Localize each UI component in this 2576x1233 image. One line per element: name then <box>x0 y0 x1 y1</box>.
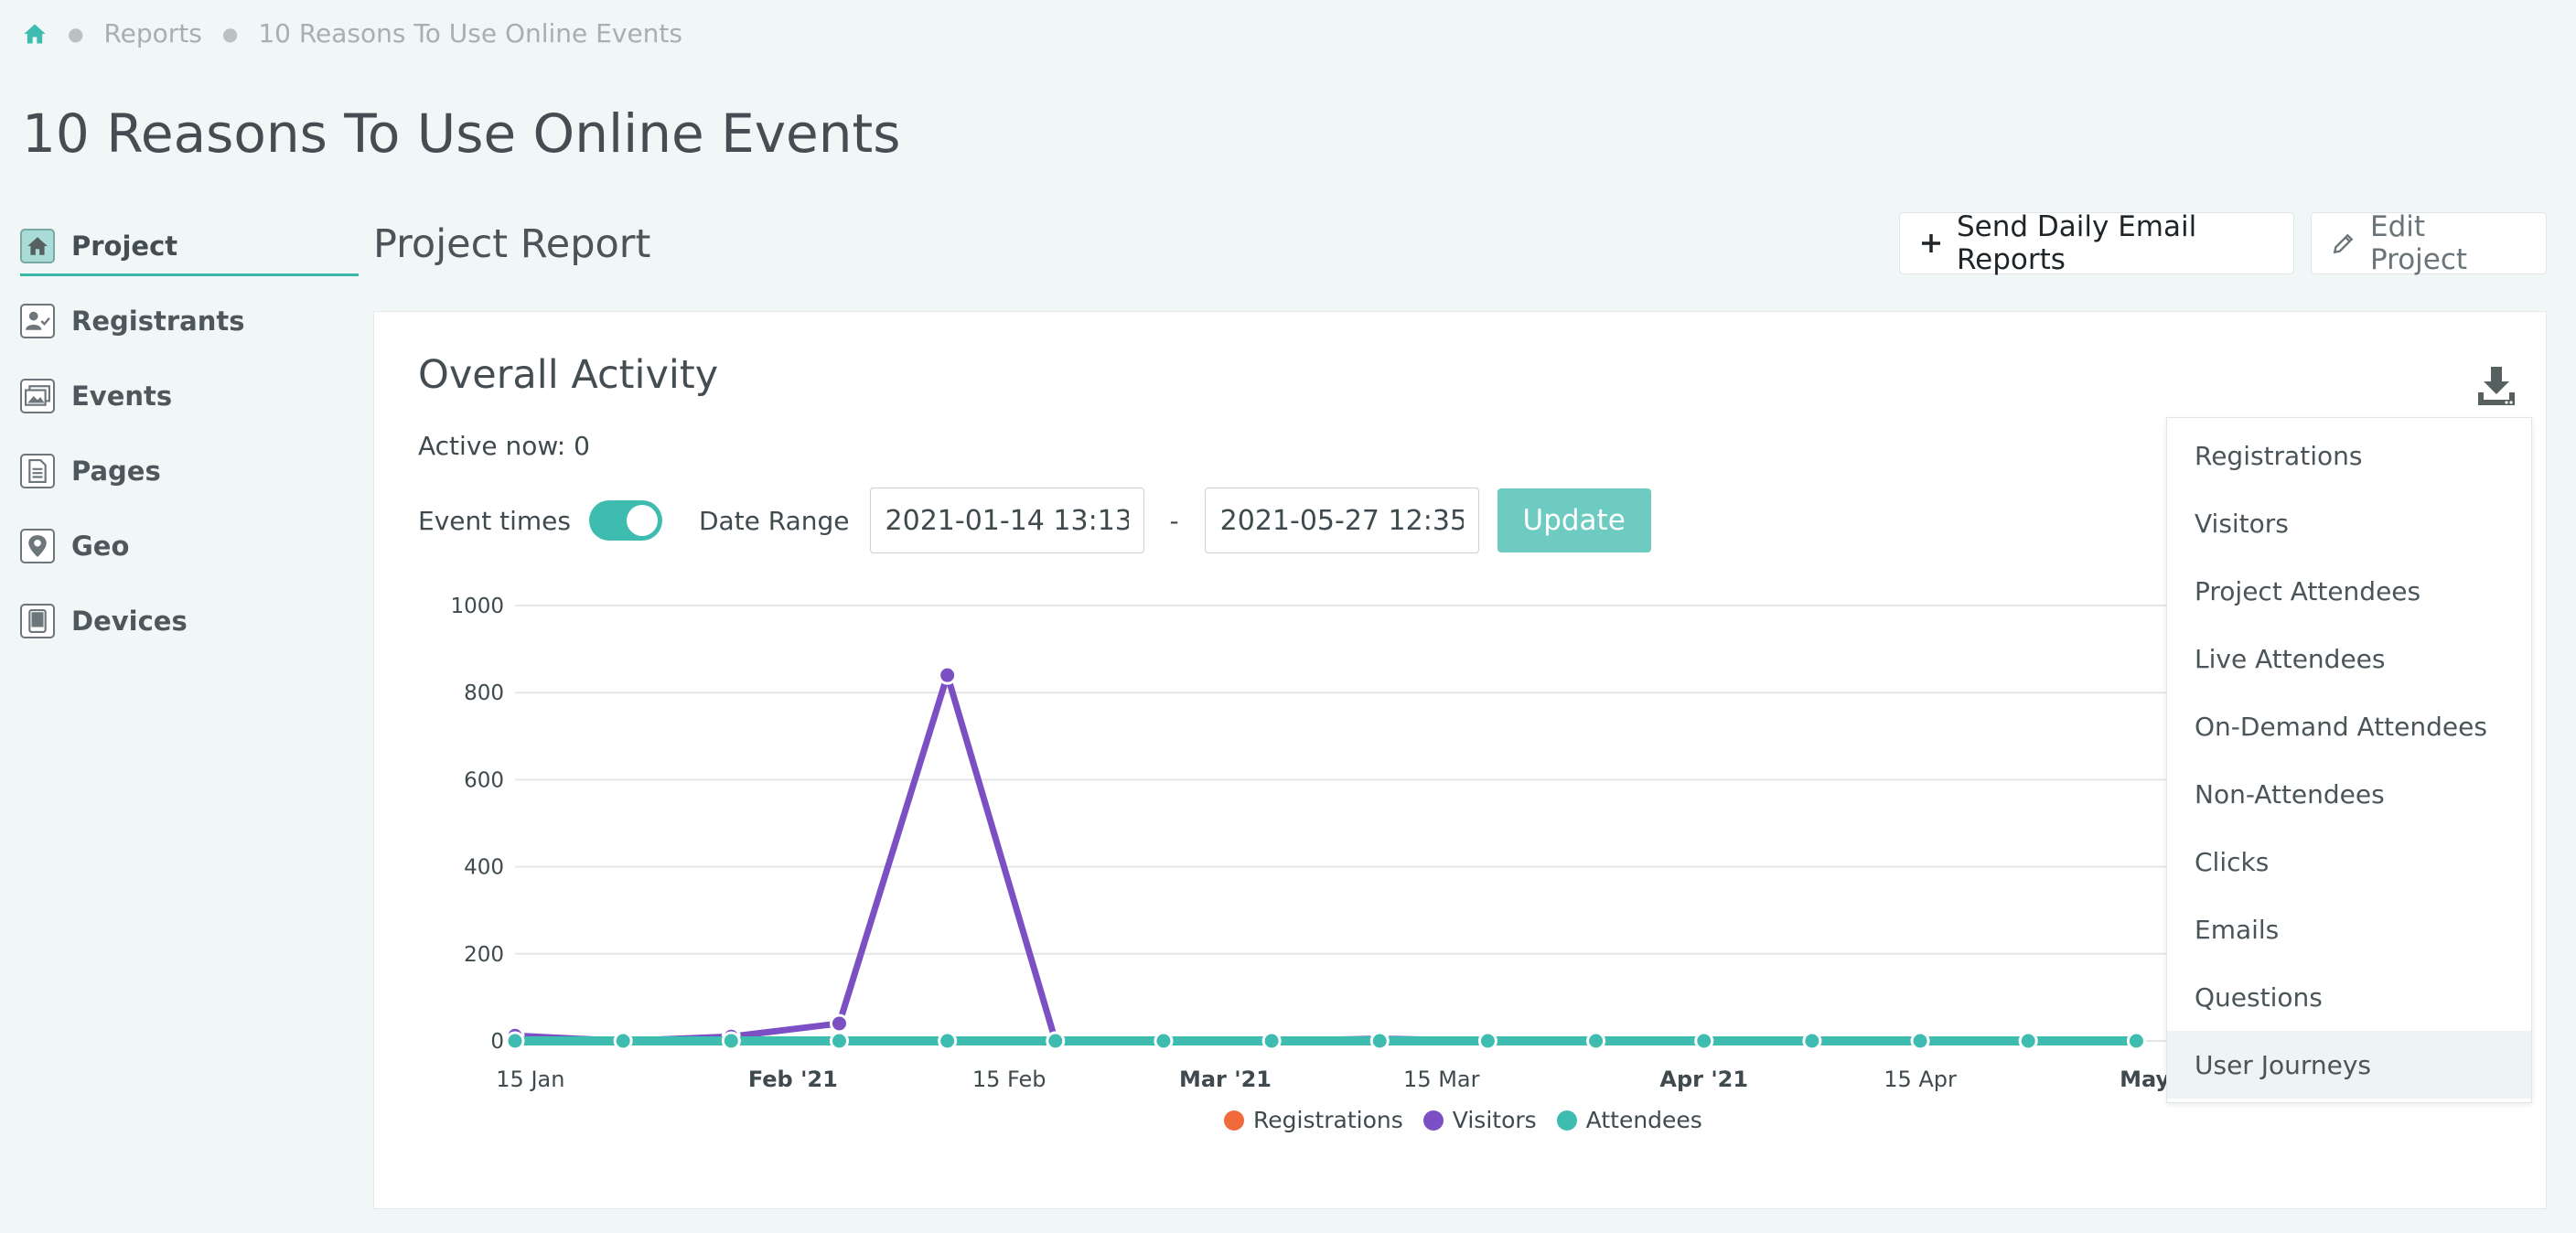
sidebar-item-pages[interactable]: Pages <box>20 434 359 509</box>
breadcrumb-current: 10 Reasons To Use Online Events <box>258 18 682 48</box>
event-times-toggle[interactable] <box>588 500 662 541</box>
user-check-icon <box>20 304 55 338</box>
data-point-attendees <box>1910 1031 1930 1051</box>
legend-item-attendees[interactable]: Attendees <box>1556 1107 1702 1133</box>
data-point-attendees <box>1261 1031 1282 1051</box>
overall-activity-title: Overall Activity <box>418 352 719 398</box>
export-menu-item-clicks[interactable]: Clicks <box>2167 828 2531 895</box>
activity-controls: Event times Date Range - Update <box>418 488 1651 553</box>
activity-line-chart: 0 200 400 600 800 1000 15 Jan Feb '21 15 Feb Mar … <box>450 595 2166 1092</box>
y-tick-label: 200 <box>464 943 504 967</box>
legend-dot <box>1556 1110 1577 1131</box>
export-menu-item-project-attendees[interactable]: Project Attendees <box>2167 557 2531 625</box>
data-point-attendees <box>829 1031 849 1051</box>
y-tick-label: 600 <box>464 768 504 792</box>
home-icon <box>20 229 55 263</box>
y-tick-label: 1000 <box>450 595 504 618</box>
export-menu-item-non-attendees[interactable]: Non-Attendees <box>2167 760 2531 828</box>
x-tick-label: 15 Apr <box>1884 1067 1957 1092</box>
sidebar-item-label: Events <box>71 381 173 412</box>
data-point-attendees <box>938 1031 958 1051</box>
date-range-separator: - <box>1169 505 1179 536</box>
x-tick-label: 15 Feb <box>972 1067 1046 1092</box>
data-point-attendees <box>2126 1031 2146 1051</box>
edit-project-label: Edit Project <box>2370 210 2468 276</box>
send-daily-email-reports-button[interactable]: Send Daily Email Reports <box>1899 210 2294 276</box>
data-point-attendees <box>1694 1031 1714 1051</box>
x-tick-label: Mar '21 <box>1179 1067 1272 1092</box>
y-tick-label: 0 <box>490 1030 504 1054</box>
send-daily-email-reports-label: Send Daily Email Reports <box>1957 210 2197 276</box>
y-tick-label: 400 <box>464 856 504 880</box>
data-point-attendees <box>1802 1031 1822 1051</box>
sidebar-item-label: Geo <box>71 531 130 562</box>
report-title: Project Report <box>373 221 651 267</box>
breadcrumb-reports[interactable]: Reports <box>103 18 201 48</box>
x-tick-label: 15 Jan <box>496 1067 564 1092</box>
date-range-label: Date Range <box>698 505 850 536</box>
sidebar-item-devices[interactable]: Devices <box>20 584 359 659</box>
document-icon <box>20 454 55 488</box>
data-point-attendees <box>1046 1031 1066 1051</box>
tablet-icon <box>20 604 55 638</box>
legend-item-visitors[interactable]: Visitors <box>1422 1107 1537 1133</box>
export-menu-item-questions[interactable]: Questions <box>2167 963 2531 1031</box>
data-point-visitors <box>938 665 958 685</box>
sidebar-item-events[interactable]: Events <box>20 359 359 434</box>
update-button[interactable]: Update <box>1497 488 1651 552</box>
x-tick-label: Apr '21 <box>1659 1067 1748 1092</box>
series-line-visitors <box>514 671 2137 1045</box>
sidebar-item-registrants[interactable]: Registrants <box>20 284 359 359</box>
export-menu-item-visitors[interactable]: Visitors <box>2167 489 2531 557</box>
legend-dot <box>1224 1110 1244 1131</box>
export-menu-item-emails[interactable]: Emails <box>2167 895 2531 963</box>
data-point-attendees <box>721 1031 741 1051</box>
data-point-attendees <box>1154 1031 1174 1051</box>
sidebar-item-label: Project <box>71 231 178 262</box>
export-menu-item-on-demand-attendees[interactable]: On-Demand Attendees <box>2167 692 2531 760</box>
legend-item-registrations[interactable]: Registrations <box>1224 1107 1403 1133</box>
x-tick-label: May '21 <box>2120 1067 2166 1092</box>
data-point-attendees <box>613 1031 633 1051</box>
download-icon[interactable] <box>2476 365 2517 407</box>
date-to-input[interactable] <box>1204 488 1479 553</box>
sidebar: Project Registrants Events Pages Geo Dev… <box>20 209 359 659</box>
breadcrumb: ● Reports ● 10 Reasons To Use Online Eve… <box>22 18 682 48</box>
images-icon <box>20 379 55 413</box>
plus-icon <box>1920 232 1942 254</box>
edit-project-button[interactable]: Edit Project <box>2311 210 2547 276</box>
legend-label: Visitors <box>1452 1107 1537 1133</box>
date-from-input[interactable] <box>869 488 1144 553</box>
sidebar-item-label: Devices <box>71 606 188 637</box>
legend-dot <box>1422 1110 1444 1131</box>
data-point-attendees <box>1477 1031 1497 1051</box>
page-title: 10 Reasons To Use Online Events <box>22 102 901 165</box>
home-icon[interactable] <box>22 21 48 47</box>
sidebar-item-label: Pages <box>71 456 161 487</box>
data-point-attendees <box>505 1031 525 1051</box>
data-point-attendees <box>1586 1031 1606 1051</box>
export-menu-item-user-journeys[interactable]: User Journeys <box>2167 1031 2531 1099</box>
sidebar-item-project[interactable]: Project <box>20 209 359 284</box>
data-point-attendees <box>1369 1031 1390 1051</box>
sidebar-item-geo[interactable]: Geo <box>20 509 359 584</box>
export-menu-item-live-attendees[interactable]: Live Attendees <box>2167 625 2531 692</box>
x-tick-label: 15 Mar <box>1403 1067 1480 1092</box>
legend-label: Attendees <box>1585 1107 1702 1133</box>
data-point-visitors <box>829 1013 849 1034</box>
active-now-status: Active now: 0 <box>418 431 590 461</box>
pencil-icon <box>2332 231 2356 255</box>
export-menu-item-registrations[interactable]: Registrations <box>2167 422 2531 489</box>
sidebar-item-label: Registrants <box>71 306 245 337</box>
x-tick-label: Feb '21 <box>748 1067 838 1092</box>
y-tick-label: 800 <box>464 681 504 705</box>
event-times-label: Event times <box>418 505 571 536</box>
chart-legend: Registrations Visitors Attendees <box>1224 1107 1723 1133</box>
export-menu: Registrations Visitors Project Attendees… <box>2166 417 2532 1103</box>
legend-label: Registrations <box>1253 1107 1403 1133</box>
data-point-attendees <box>2018 1031 2038 1051</box>
map-pin-icon <box>20 529 55 563</box>
